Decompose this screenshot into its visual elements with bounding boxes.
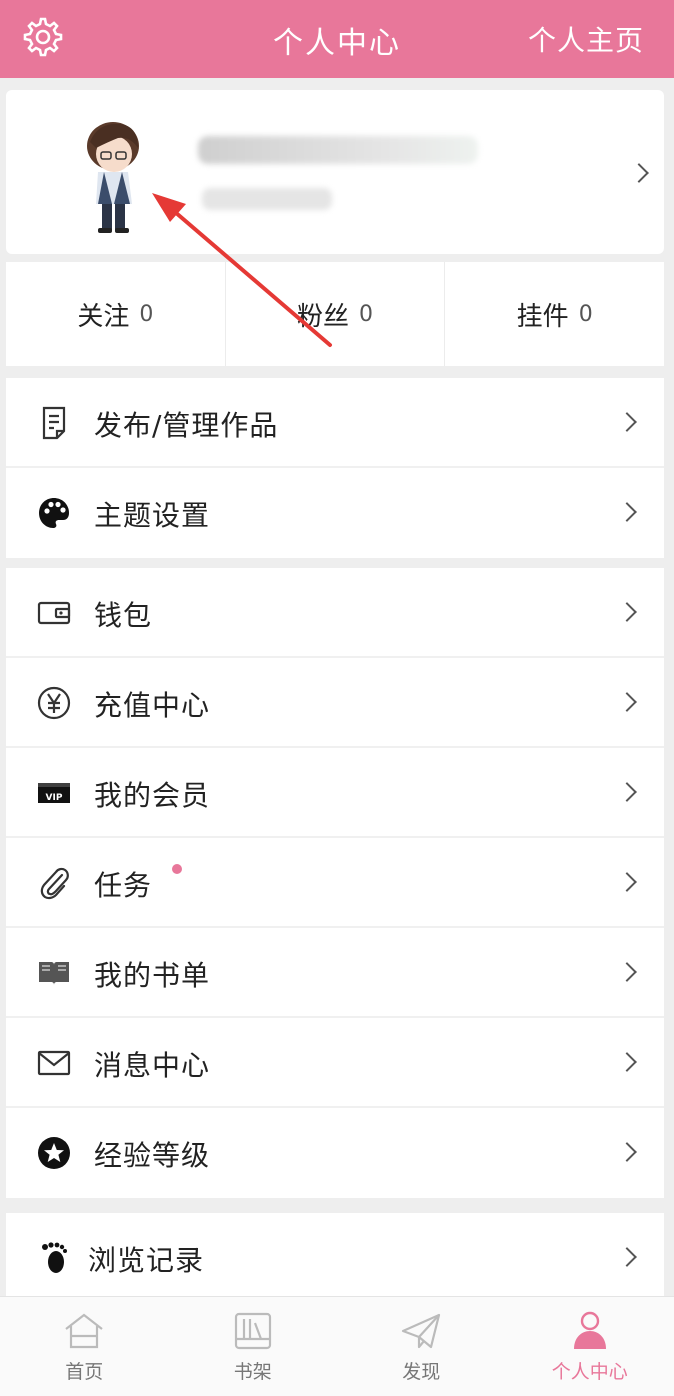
top-header: 个人中心 个人主页 [0,0,674,78]
menu-item-recharge[interactable]: 充值中心 [6,658,664,748]
wallet-icon [37,601,71,625]
stat-label: 关注 [77,301,130,332]
star-icon [38,1137,70,1169]
vip-icon: VIP [38,783,70,803]
tab-label: 首页 [65,1361,104,1383]
stats-bar: 关注 0 粉丝 0 挂件 0 [6,262,664,366]
chevron-right-icon [617,1052,637,1072]
tab-discover[interactable]: 发现 [337,1297,506,1396]
tab-label: 发现 [402,1361,441,1383]
chevron-right-icon [617,602,637,622]
menu-item-label: 充值中心 [94,689,211,722]
tab-personal-center[interactable]: 个人中心 [506,1297,674,1396]
menu-item-label: 我的会员 [94,779,211,812]
menu-group-history: 浏览记录 [6,1213,664,1303]
chevron-right-icon [617,1247,637,1267]
yuan-icon [37,686,71,720]
stat-count: 0 [139,301,154,327]
menu-group-works: 发布/管理作品 主题设置 [6,378,664,558]
chevron-right-icon [617,1142,637,1162]
menu-item-browsing-history[interactable]: 浏览记录 [6,1213,664,1303]
stat-count: 0 [578,301,593,327]
stat-label: 挂件 [516,301,569,332]
menu-item-wallet[interactable]: 钱包 [6,568,664,658]
tab-bookshelf[interactable]: 书架 [169,1297,338,1396]
mail-icon [37,1050,71,1076]
chevron-right-icon [617,782,637,802]
chevron-right-icon [617,962,637,982]
stat-fans[interactable]: 粉丝 0 [226,262,446,366]
menu-item-messages[interactable]: 消息中心 [6,1018,664,1108]
menu-group-account: 钱包 充值中心 VIP 我的会员 任务 我的书单 消息中心 经验等级 [6,568,664,1198]
stat-following[interactable]: 关注 0 [6,262,226,366]
menu-item-membership[interactable]: VIP 我的会员 [6,748,664,838]
bookshelf-icon [234,1312,271,1350]
tab-label: 书架 [233,1361,272,1383]
paper-plane-icon [402,1313,441,1349]
stat-label: 粉丝 [297,301,350,332]
menu-item-label: 任务 [94,869,153,902]
tab-label: 个人中心 [551,1361,628,1383]
chevron-right-icon [617,872,637,892]
footprint-icon [42,1242,67,1273]
menu-item-booklist[interactable]: 我的书单 [6,928,664,1018]
chevron-right-icon [629,163,649,183]
chevron-right-icon [617,502,637,522]
menu-item-publish-works[interactable]: 发布/管理作品 [6,378,664,468]
svg-text:VIP: VIP [46,793,63,803]
menu-item-label: 消息中心 [94,1049,211,1082]
chevron-right-icon [617,692,637,712]
bottom-tab-bar: 首页 书架 发现 个人中心 [0,1296,674,1396]
avatar[interactable] [68,112,158,236]
palette-icon [39,498,69,528]
personal-homepage-link[interactable]: 个人主页 [528,19,644,59]
menu-item-label: 发布/管理作品 [94,409,279,442]
stat-pendants[interactable]: 挂件 0 [445,262,664,366]
chevron-right-icon [617,412,637,432]
person-icon [573,1311,606,1349]
notification-dot [172,864,182,874]
menu-item-label: 我的书单 [94,959,211,992]
profile-card[interactable] [6,90,664,254]
stat-count: 0 [359,301,374,327]
menu-item-tasks[interactable]: 任务 [6,838,664,928]
menu-item-label: 钱包 [94,599,153,632]
book-icon [39,962,69,985]
menu-item-theme-settings[interactable]: 主题设置 [6,468,664,558]
menu-item-label: 主题设置 [94,499,211,532]
menu-item-label: 浏览记录 [88,1244,205,1277]
tab-home[interactable]: 首页 [0,1297,169,1396]
document-icon [42,406,66,440]
user-id-blurred [202,188,332,210]
username-blurred [198,136,478,164]
menu-item-label: 经验等级 [94,1139,211,1172]
home-icon [65,1313,103,1349]
paperclip-icon [40,867,69,900]
menu-item-experience-level[interactable]: 经验等级 [6,1108,664,1198]
